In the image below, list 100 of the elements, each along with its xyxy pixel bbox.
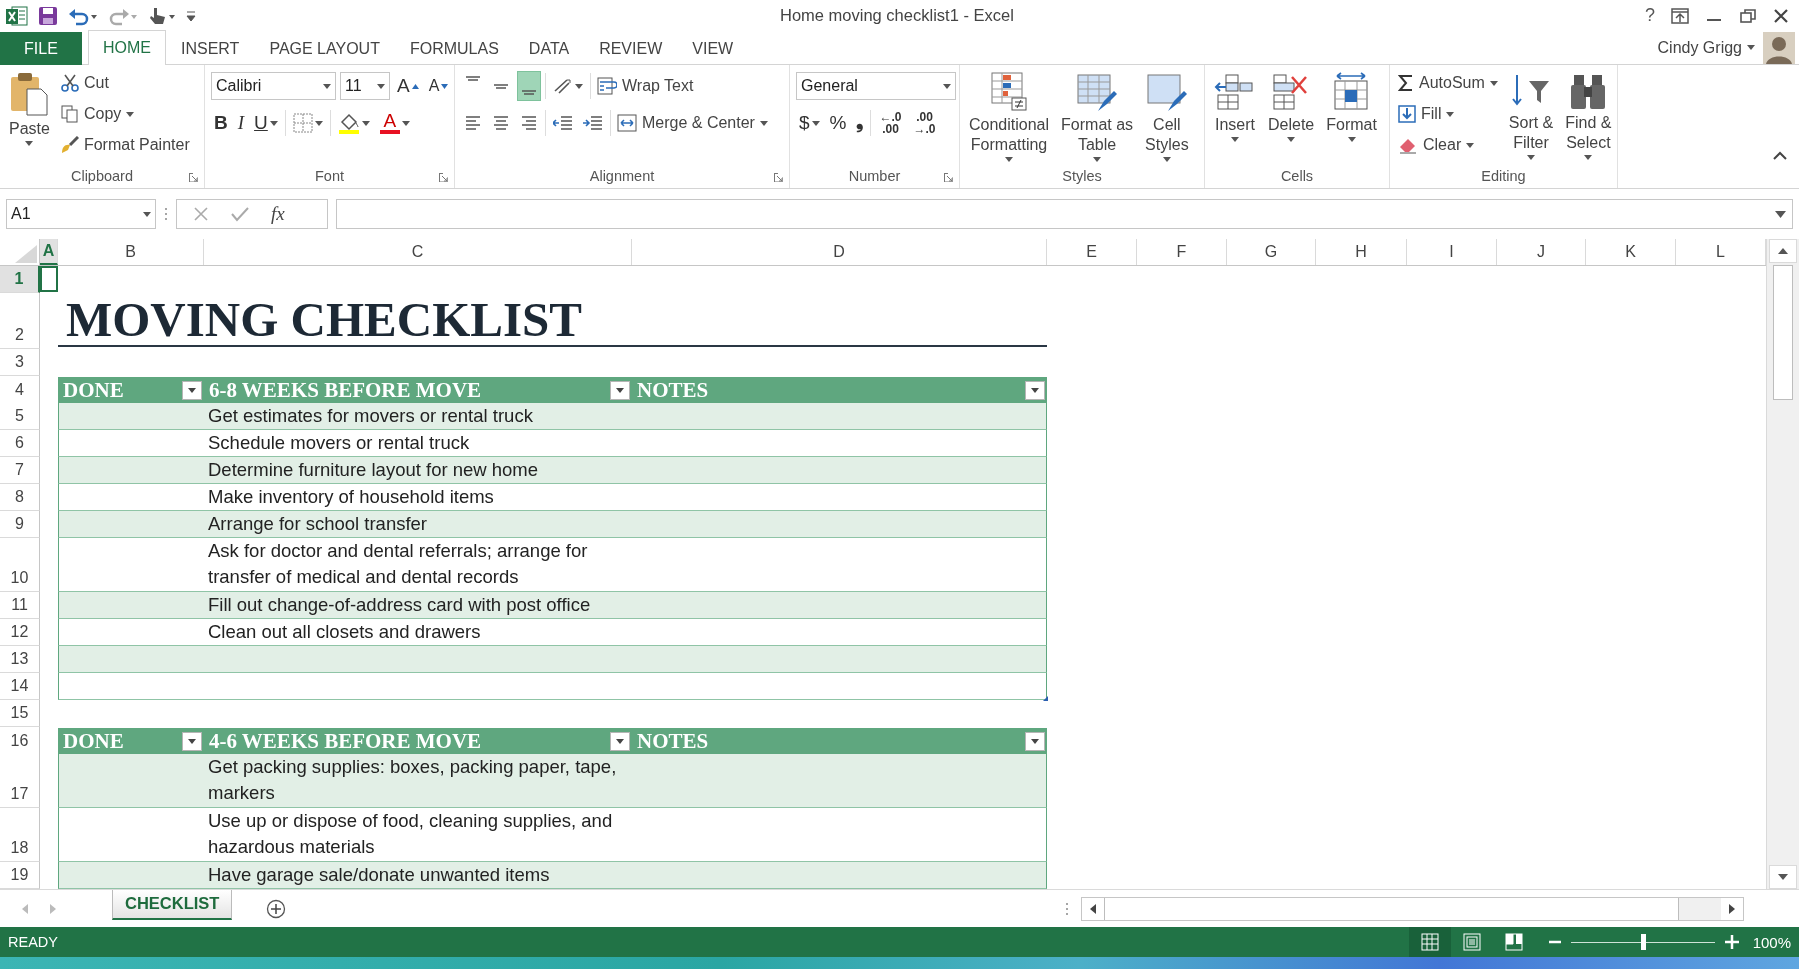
currency-button[interactable]: $ bbox=[796, 108, 823, 138]
sheet-tab[interactable]: CHECKLIST bbox=[112, 889, 233, 920]
font-name-field[interactable]: Calibri bbox=[211, 72, 336, 100]
styles-gallery-button[interactable]: Cell Styles bbox=[1142, 69, 1192, 164]
styles-gallery-button[interactable]: Format as Table bbox=[1058, 69, 1137, 164]
column-header[interactable]: H bbox=[1316, 239, 1407, 265]
column-header[interactable]: F bbox=[1137, 239, 1227, 265]
filter-button[interactable] bbox=[610, 732, 630, 751]
vertical-align-button[interactable] bbox=[517, 71, 541, 101]
view-button[interactable] bbox=[1408, 927, 1451, 957]
scroll-thumb[interactable] bbox=[1773, 265, 1793, 400]
cells-button[interactable]: Insert bbox=[1211, 69, 1259, 164]
row-header[interactable]: 7 bbox=[0, 457, 40, 484]
row-header[interactable]: 13 bbox=[0, 646, 40, 673]
name-box[interactable]: A1 bbox=[6, 199, 156, 229]
row-header[interactable]: 18 bbox=[0, 808, 40, 862]
ribbon-tab[interactable]: HOME bbox=[88, 30, 166, 65]
row-header[interactable]: 3 bbox=[0, 349, 40, 376]
copy-button[interactable]: Copy bbox=[58, 100, 192, 128]
filter-button[interactable] bbox=[182, 732, 202, 751]
row-header[interactable]: 12 bbox=[0, 619, 40, 646]
percent-button[interactable]: % bbox=[826, 108, 850, 138]
help-button[interactable]: ? bbox=[1645, 5, 1655, 26]
sort-filter-button[interactable]: Sort & Filter bbox=[1505, 69, 1557, 164]
cells-button[interactable]: Format bbox=[1323, 69, 1380, 164]
horizontal-scrollbar[interactable] bbox=[1081, 896, 1745, 921]
row-header[interactable]: 17 bbox=[0, 754, 40, 808]
comma-style-button[interactable]: ❟ bbox=[853, 108, 867, 138]
find-select-button[interactable]: Find & Select bbox=[1562, 69, 1615, 164]
column-header[interactable]: B bbox=[58, 239, 204, 265]
grow-font-button[interactable]: A bbox=[394, 71, 422, 101]
insert-function-button[interactable]: fx bbox=[271, 203, 285, 225]
cut-button[interactable]: Cut bbox=[58, 69, 192, 97]
column-header[interactable]: C bbox=[204, 239, 632, 265]
row-header[interactable]: 5 bbox=[0, 403, 40, 430]
row-header[interactable]: 15 bbox=[0, 700, 40, 727]
number-format-field[interactable]: General bbox=[796, 72, 956, 100]
formula-input[interactable] bbox=[336, 199, 1793, 229]
merge-center-button[interactable]: Merge & Center bbox=[615, 109, 770, 137]
column-header[interactable]: K bbox=[1586, 239, 1676, 265]
dialog-launcher-icon[interactable] bbox=[774, 173, 783, 182]
slider-thumb[interactable] bbox=[1640, 934, 1646, 950]
increase-decimal-button[interactable]: ←.0 .00 bbox=[875, 111, 906, 135]
resize-handle-icon[interactable] bbox=[1043, 696, 1048, 701]
scroll-up-button[interactable] bbox=[1769, 239, 1797, 263]
column-header[interactable]: A bbox=[40, 239, 58, 265]
scroll-right-button[interactable] bbox=[1721, 897, 1744, 920]
row-header[interactable]: 14 bbox=[0, 673, 40, 700]
styles-gallery-button[interactable]: Conditional Formatting bbox=[966, 69, 1053, 164]
shrink-font-button[interactable]: A bbox=[425, 71, 452, 101]
dialog-launcher-icon[interactable] bbox=[944, 173, 953, 182]
row-header[interactable]: 11 bbox=[0, 592, 40, 619]
zoom-in-icon[interactable] bbox=[1724, 935, 1739, 949]
scroll-down-button[interactable] bbox=[1769, 865, 1797, 889]
dialog-launcher-icon[interactable] bbox=[189, 173, 198, 182]
column-header[interactable]: G bbox=[1227, 239, 1316, 265]
cells-button[interactable]: Delete bbox=[1265, 69, 1318, 164]
ribbon-display-icon[interactable] bbox=[1671, 7, 1689, 24]
row-header[interactable]: 10 bbox=[0, 538, 40, 592]
ribbon-tab[interactable]: PAGE LAYOUT bbox=[254, 32, 395, 65]
font-color-button[interactable]: A bbox=[376, 108, 413, 138]
paste-button[interactable]: Paste bbox=[6, 69, 53, 164]
filter-button[interactable] bbox=[1025, 381, 1045, 400]
close-icon[interactable] bbox=[1773, 7, 1789, 24]
fill-button[interactable]: Fill bbox=[1396, 100, 1500, 128]
collapse-ribbon-icon[interactable] bbox=[1773, 151, 1787, 160]
column-header[interactable]: E bbox=[1047, 239, 1137, 265]
save-icon[interactable] bbox=[38, 5, 58, 26]
column-header[interactable]: D bbox=[632, 239, 1047, 265]
expand-icon[interactable] bbox=[1775, 210, 1786, 218]
row-header[interactable]: 8 bbox=[0, 484, 40, 511]
add-sheet-icon[interactable] bbox=[266, 898, 287, 919]
column-header[interactable]: I bbox=[1407, 239, 1497, 265]
customize-icon[interactable] bbox=[186, 9, 196, 22]
user-menu[interactable]: Cindy Grigg bbox=[1655, 33, 1757, 62]
ribbon-tab[interactable]: REVIEW bbox=[584, 32, 678, 65]
column-header[interactable]: J bbox=[1497, 239, 1586, 265]
ribbon-tab[interactable]: VIEW bbox=[677, 32, 749, 65]
restore-icon[interactable] bbox=[1739, 7, 1757, 24]
row-header[interactable]: 6 bbox=[0, 430, 40, 457]
font-size-field[interactable]: 11 bbox=[340, 72, 390, 100]
bold-button[interactable]: B bbox=[211, 108, 231, 138]
row-header[interactable]: 1 bbox=[0, 266, 40, 293]
ribbon-tab[interactable]: FORMULAS bbox=[394, 32, 514, 65]
wrap-text-button[interactable]: Wrap Text bbox=[595, 72, 696, 100]
scroll-left-button[interactable] bbox=[1082, 897, 1105, 920]
selected-cell[interactable] bbox=[40, 266, 58, 292]
ribbon-tab[interactable]: INSERT bbox=[166, 32, 255, 65]
italic-button[interactable]: I bbox=[234, 108, 248, 138]
zoom-level[interactable]: 100% bbox=[1752, 933, 1791, 951]
row-header[interactable]: 19 bbox=[0, 862, 40, 889]
filter-button[interactable] bbox=[1025, 732, 1045, 751]
row-header[interactable]: 9 bbox=[0, 511, 40, 538]
autosum-button[interactable]: AutoSum bbox=[1396, 69, 1500, 97]
touch-icon[interactable] bbox=[148, 5, 176, 26]
filter-button[interactable] bbox=[610, 381, 630, 400]
ribbon-tab[interactable]: DATA bbox=[513, 32, 585, 65]
row-header[interactable]: 2 bbox=[0, 293, 40, 349]
format-painter-button[interactable]: Format Painter bbox=[58, 131, 192, 159]
decrease-decimal-button[interactable]: .00 →.0 bbox=[909, 111, 940, 135]
